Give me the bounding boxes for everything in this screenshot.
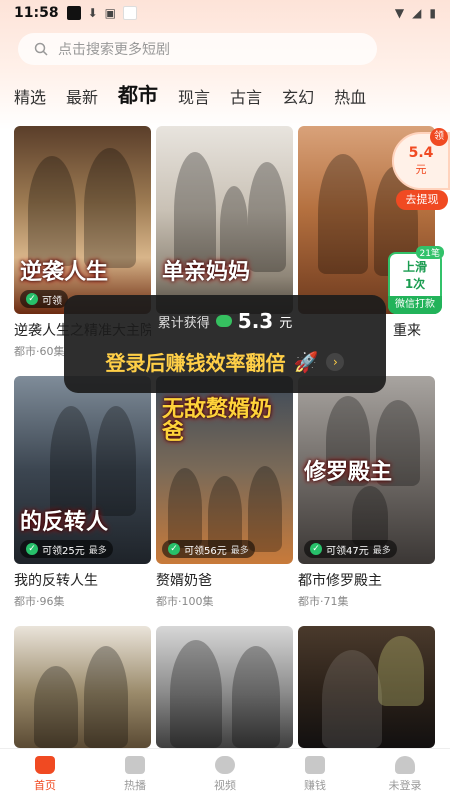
check-icon: ✓ (26, 293, 38, 305)
drama-card[interactable]: 修罗殿主 ✓ 可领47元 最多 都市修罗殿主 都市·71集 (298, 376, 435, 609)
status-bar: 11:58 ⬇ ▣ ▼ ◢ ▮ (0, 0, 450, 26)
card-title: 都市修罗殿主 (298, 573, 382, 589)
poster-image: 单亲妈妈 (156, 126, 293, 314)
nav-earn[interactable]: 赚钱 (270, 749, 360, 800)
withdraw-button[interactable]: 去提现 (396, 190, 448, 210)
swipe-line-2: 1次 (404, 277, 426, 291)
nav-hot[interactable]: 热播 (90, 749, 180, 800)
card-meta: 都市·100集 (156, 595, 214, 608)
tab-latest[interactable]: 最新 (66, 84, 98, 114)
tab-ancient-romance[interactable]: 古言 (230, 84, 262, 114)
login-reward-popup[interactable]: 累计获得 5.3 元 登录后赚钱效率翻倍 🚀 › (64, 295, 386, 393)
signal-icon: ◢ (412, 6, 422, 20)
home-icon (35, 756, 55, 774)
poster-image (298, 626, 435, 748)
category-tabs: 精选 最新 都市 现言 古言 玄幻 热血 (0, 80, 450, 114)
drama-card[interactable]: 单亲妈妈 (156, 126, 293, 323)
tab-modern-romance[interactable]: 现言 (178, 84, 210, 114)
card-title: 我的反转人生 (14, 573, 98, 589)
download-icon: ⬇ (87, 6, 98, 20)
reward-badge: ✓ 可领47元 最多 (304, 540, 397, 558)
app-icon (122, 6, 137, 20)
poster-title: 的反转人 (20, 509, 109, 535)
nav-label: 首页 (34, 779, 56, 792)
nav-video[interactable]: 视频 (180, 749, 270, 800)
poster-image (156, 626, 293, 748)
poster-image: 无敌赘婿奶爸 ✓ 可领56元 最多 (156, 376, 293, 564)
play-icon (125, 756, 145, 774)
poster-image: 的反转人 ✓ 可领25元 最多 (14, 376, 151, 564)
nav-label: 热播 (124, 779, 146, 792)
drama-card[interactable]: 的反转人 ✓ 可领25元 最多 我的反转人生 都市·96集 (14, 376, 151, 609)
swipe-line-1: 上滑 (402, 260, 427, 274)
reward-badge: ✓ 可领25元 最多 (20, 540, 113, 558)
swipe-count-badge: 21笔 (415, 246, 444, 259)
drama-card[interactable] (298, 626, 435, 748)
card-meta: 都市·96集 (14, 595, 65, 608)
coin-claim-badge: 领 (430, 128, 448, 146)
notification-icon (66, 6, 81, 20)
poster-image (14, 626, 151, 748)
tab-featured[interactable]: 精选 (14, 84, 46, 114)
battery-icon: ▮ (429, 6, 436, 20)
popup-label: 累计获得 (157, 315, 210, 331)
poster-image: 修罗殿主 ✓ 可领47元 最多 (298, 376, 435, 564)
search-icon (34, 42, 48, 56)
user-icon (395, 756, 415, 774)
nav-profile[interactable]: 未登录 (360, 749, 450, 800)
coin-amount: 5.4 (408, 145, 434, 161)
tab-fantasy[interactable]: 玄幻 (282, 84, 314, 114)
popup-cta: 登录后赚钱效率翻倍 (105, 351, 286, 375)
popup-unit: 元 (279, 315, 293, 331)
wechat-payout-label: 微信打款 (388, 296, 442, 314)
poster-image: 逆袭人生 ✓ 可领 (14, 126, 151, 314)
wifi-icon: ▼ (394, 6, 405, 20)
poster-title: 无敌赘婿奶爸 (162, 396, 273, 445)
nav-label: 赚钱 (304, 779, 326, 792)
bottom-navigation: 首页 热播 视频 赚钱 未登录 (0, 748, 450, 800)
poster-title: 逆袭人生 (20, 259, 109, 285)
rocket-icon: 🚀 (293, 349, 319, 374)
drama-card[interactable]: 无敌赘婿奶爸 ✓ 可领56元 最多 赘婿奶爸 都市·100集 (156, 376, 293, 609)
search-placeholder: 点击搜索更多短剧 (58, 42, 170, 58)
poster-title: 单亲妈妈 (162, 259, 251, 285)
status-time: 11:58 (14, 5, 59, 21)
search-bar[interactable]: 点击搜索更多短剧 (18, 33, 377, 65)
reward-badge: ✓ 可领 (20, 290, 68, 308)
poster-title: 修罗殿主 (304, 459, 393, 485)
nav-label: 未登录 (388, 779, 422, 792)
app-notification-icon: ▣ (104, 6, 116, 20)
check-icon: ✓ (26, 543, 38, 555)
card-title: 赘婿奶爸 (156, 573, 212, 589)
drama-card[interactable] (156, 626, 293, 748)
chevron-right-icon[interactable]: › (326, 352, 345, 371)
drama-card[interactable] (14, 626, 151, 748)
check-icon: ✓ (168, 543, 180, 555)
card-meta: 都市·71集 (298, 595, 349, 608)
tab-action[interactable]: 热血 (334, 84, 366, 114)
check-icon: ✓ (310, 543, 322, 555)
nav-home[interactable]: 首页 (0, 749, 90, 800)
reward-badge: ✓ 可领56元 最多 (162, 540, 255, 558)
video-icon (215, 756, 235, 774)
coin-unit: 元 (415, 163, 427, 176)
popup-amount: 5.3 (237, 309, 274, 333)
money-icon (305, 756, 325, 774)
swipe-reward-widget[interactable]: 21笔 上滑 1次 微信打款 (388, 246, 444, 314)
coin-icon (215, 315, 232, 327)
tab-urban[interactable]: 都市 (118, 79, 158, 114)
nav-label: 视频 (214, 779, 236, 792)
